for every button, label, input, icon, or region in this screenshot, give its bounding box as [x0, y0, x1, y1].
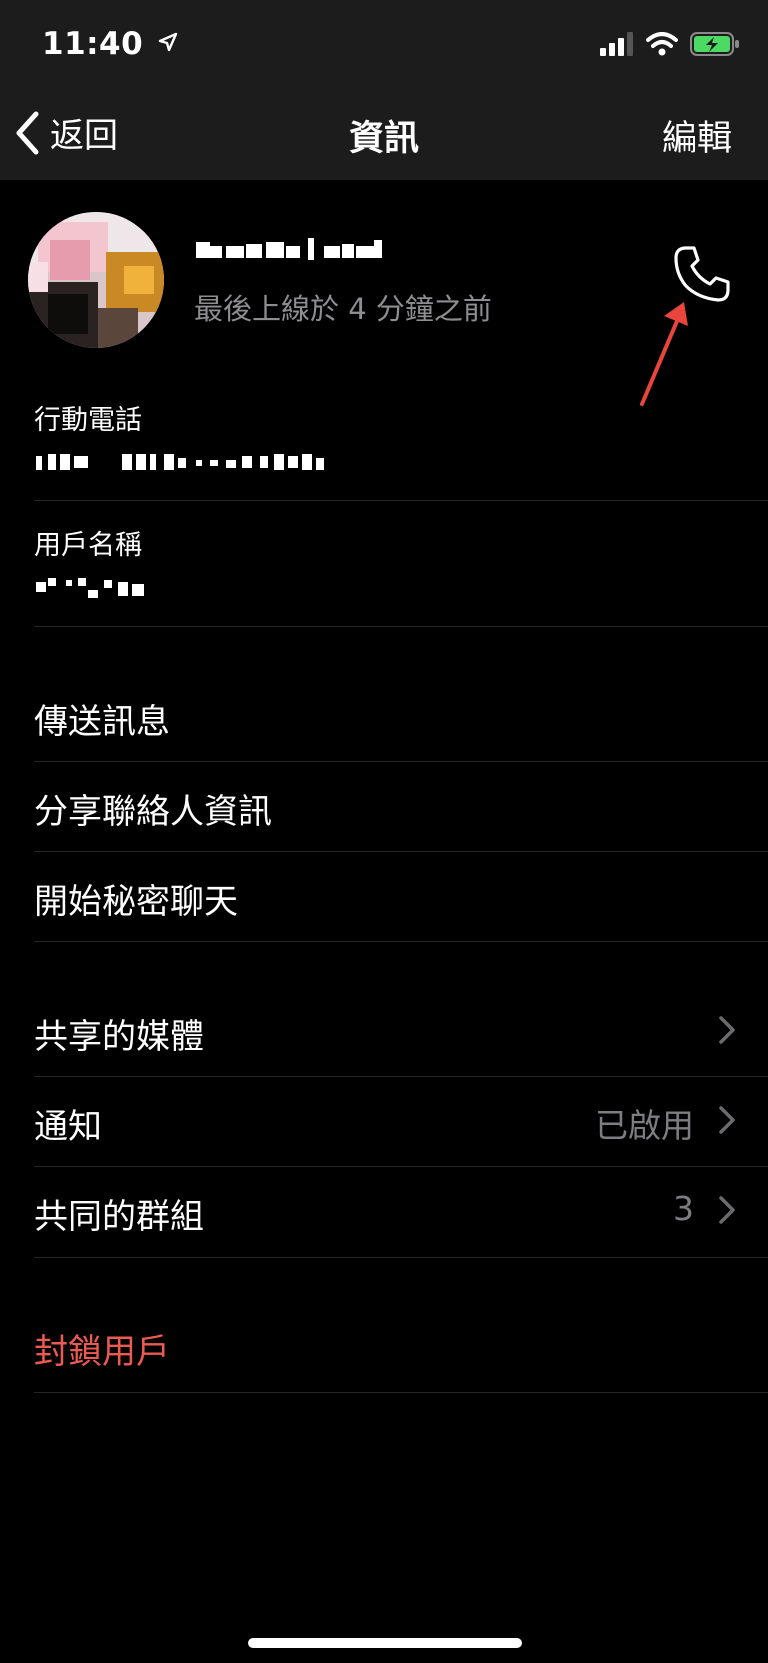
divider [34, 626, 768, 627]
divider [34, 941, 768, 942]
chevron-right-icon [719, 1016, 735, 1044]
block-user-label: 封鎖用戶 [34, 1332, 170, 1372]
divider [34, 500, 768, 501]
location-arrow-icon [159, 32, 178, 52]
status-icons [600, 32, 740, 56]
edit-button[interactable]: 編輯 [662, 110, 732, 161]
wifi-icon [646, 32, 678, 56]
shared-media-row[interactable]: 共享的媒體 [0, 985, 768, 1075]
block-user-row[interactable]: 封鎖用戶 [0, 1300, 768, 1390]
common-groups-count: 3 [673, 1189, 694, 1228]
page-title: 資訊 [348, 119, 419, 159]
send-message-row[interactable]: 傳送訊息 [0, 670, 768, 760]
chevron-right-icon [719, 1196, 735, 1224]
notifications-value: 已啟用 [595, 1106, 694, 1145]
share-contact-row[interactable]: 分享聯絡人資訊 [0, 760, 768, 850]
shared-media-label: 共享的媒體 [34, 1017, 204, 1057]
chevron-right-icon [719, 1106, 735, 1134]
name-redacted [196, 238, 382, 260]
top-bar: 11:40 返回 資訊 編輯 [0, 0, 768, 180]
home-indicator[interactable] [248, 1638, 522, 1648]
common-groups-row[interactable]: 共同的群組 3 [0, 1165, 768, 1255]
notifications-row[interactable]: 通知 已啟用 [0, 1075, 768, 1165]
last-seen-status: 最後上線於 4 分鐘之前 [194, 292, 492, 326]
time-label: 11:40 [42, 26, 144, 62]
battery-charging-icon [690, 32, 739, 56]
annotation-arrow [640, 302, 688, 406]
profile-name [196, 236, 386, 268]
avatar-image [28, 212, 164, 348]
mobile-phone-label: 行動電話 [34, 405, 142, 436]
share-contact-label: 分享聯絡人資訊 [34, 792, 272, 832]
common-groups-label: 共同的群組 [34, 1197, 204, 1237]
call-button[interactable] [672, 244, 732, 304]
phone-number-redacted[interactable] [36, 450, 346, 476]
divider [34, 1257, 768, 1258]
send-message-label: 傳送訊息 [34, 702, 170, 742]
secret-chat-label: 開始秘密聊天 [34, 882, 238, 922]
secret-chat-row[interactable]: 開始秘密聊天 [0, 850, 768, 940]
avatar[interactable] [28, 212, 164, 348]
status-time: 11:40 [42, 26, 178, 62]
username-redacted[interactable] [36, 574, 156, 600]
username-label: 用戶名稱 [34, 530, 142, 561]
phone-icon [674, 246, 730, 302]
divider [34, 1392, 768, 1393]
notifications-label: 通知 [34, 1107, 102, 1147]
signal-icon [600, 32, 633, 56]
